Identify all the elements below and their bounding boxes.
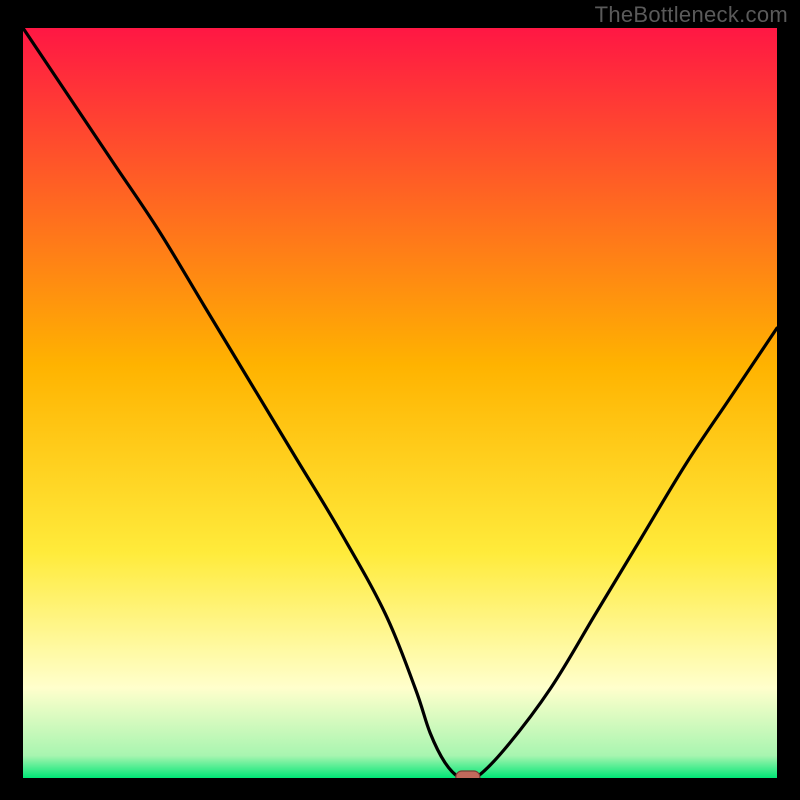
plot-area — [23, 28, 777, 778]
chart-svg — [23, 28, 777, 778]
optimum-marker — [456, 771, 480, 778]
attribution-label: TheBottleneck.com — [595, 2, 788, 28]
gradient-background — [23, 28, 777, 778]
chart-container: TheBottleneck.com — [0, 0, 800, 800]
